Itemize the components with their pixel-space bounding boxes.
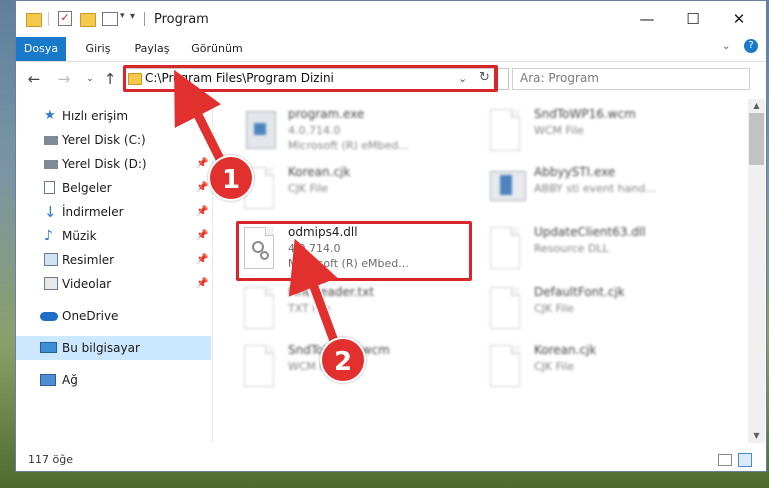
explorer-window: ✓ ▾ ▾ Program — ☐ ✕ Dosya Giriş Paylaş G… [15, 0, 767, 472]
step-marker-2: 2 [320, 337, 366, 383]
annotation-arrows [174, 69, 341, 344]
step-marker-1: 1 [208, 155, 254, 201]
arrow-1 [179, 78, 226, 164]
arrow-2 [295, 248, 339, 343]
